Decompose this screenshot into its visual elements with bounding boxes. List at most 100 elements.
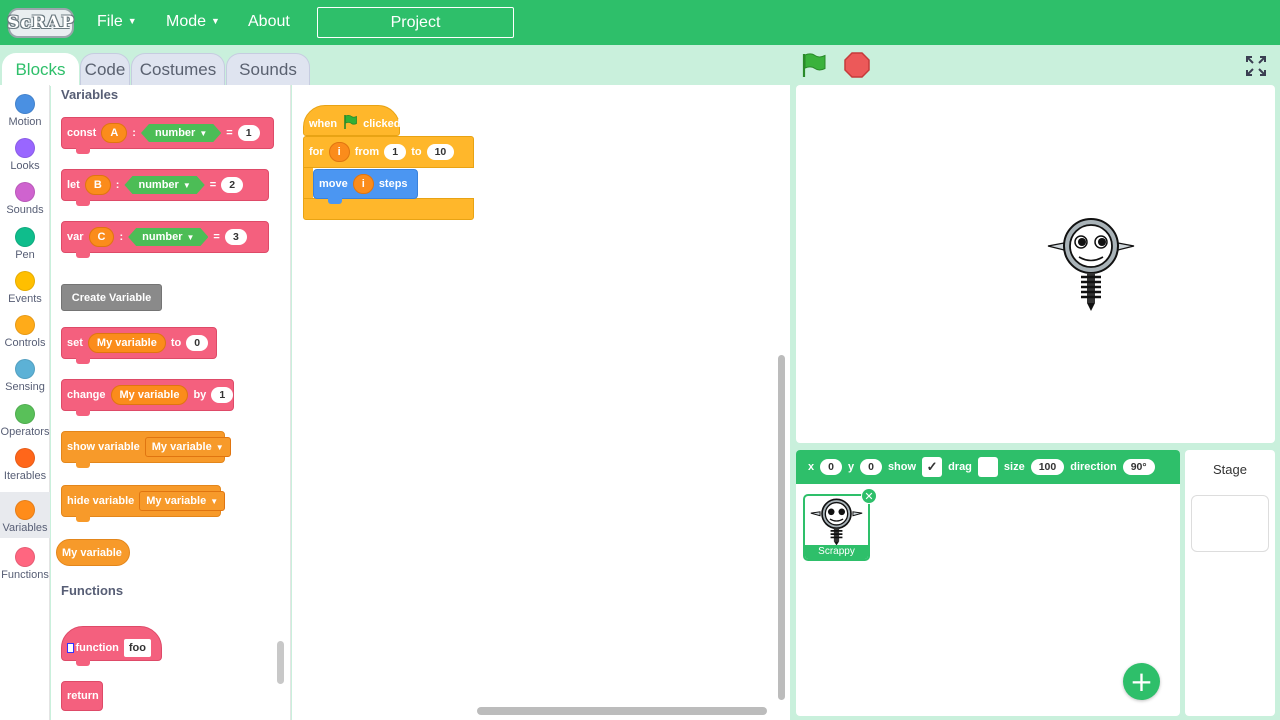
variable-reporter[interactable]: My variable [87, 333, 166, 353]
variable-name[interactable]: B [84, 175, 111, 195]
section-title-variables: Variables [61, 87, 119, 102]
set-variable-block[interactable]: set My variable to 0 [61, 327, 217, 364]
var-block[interactable]: var C : number ▼ = 3 [61, 221, 269, 258]
when-flag-clicked-block[interactable]: when clicked [303, 105, 400, 136]
variable-dropdown[interactable]: My variable ▼ [139, 491, 226, 511]
circle-icon [15, 404, 35, 424]
loop-start-input[interactable]: 1 [384, 144, 407, 160]
category-controls[interactable]: Controls [0, 310, 50, 354]
size-input[interactable]: 100 [1030, 459, 1065, 475]
sprite-panel: x 0 y 0 show ✓ drag size 100 direction 9… [796, 450, 1180, 716]
return-block[interactable]: return [61, 681, 103, 711]
loop-end-input[interactable]: 10 [426, 144, 455, 160]
create-variable-button[interactable]: Create Variable [61, 284, 162, 311]
variable-name[interactable]: A [101, 123, 128, 143]
chevron-down-icon: ▼ [210, 497, 219, 506]
category-looks[interactable]: Looks [0, 133, 50, 177]
hide-variable-block[interactable]: hide variable My variable ▼ [61, 485, 226, 522]
stage-canvas[interactable] [796, 85, 1275, 443]
circle-icon [15, 448, 35, 468]
category-pen[interactable]: Pen [0, 222, 50, 266]
type-dropdown[interactable]: number ▼ [141, 124, 221, 142]
category-operators[interactable]: Operators [0, 399, 50, 443]
circle-icon [15, 271, 35, 291]
category-functions[interactable]: Functions [0, 542, 50, 586]
about-menu[interactable]: About [248, 13, 290, 31]
direction-input[interactable]: 90° [1122, 459, 1155, 475]
chevron-down-icon: ▼ [186, 233, 195, 242]
file-menu[interactable]: File ▼ [97, 13, 137, 31]
palette-scrollbar[interactable] [277, 641, 284, 684]
type-dropdown[interactable]: number ▼ [124, 176, 204, 194]
chevron-down-icon: ▼ [215, 443, 224, 452]
category-events[interactable]: Events [0, 266, 50, 310]
tab-costumes[interactable]: Costumes [131, 53, 225, 85]
category-sounds[interactable]: Sounds [0, 177, 50, 221]
drag-checkbox[interactable] [977, 457, 998, 477]
value-input[interactable]: 2 [221, 177, 244, 193]
tab-blocks[interactable]: Blocks [2, 53, 79, 86]
loop-variable[interactable]: i [352, 174, 374, 194]
stop-button[interactable] [843, 51, 871, 79]
value-input[interactable]: 3 [224, 229, 247, 245]
circle-icon [15, 94, 35, 114]
circle-icon [15, 500, 35, 520]
project-name-field[interactable]: Project [317, 7, 514, 38]
category-sensing[interactable]: Sensing [0, 354, 50, 398]
scrappy-sprite[interactable] [1044, 215, 1138, 319]
chevron-down-icon: ▼ [211, 16, 220, 26]
type-dropdown[interactable]: number ▼ [128, 228, 208, 246]
checkbox-icon [67, 642, 74, 653]
add-sprite-button[interactable]: + [1123, 663, 1160, 700]
stage-thumbnail[interactable] [1191, 495, 1269, 552]
workspace-vertical-scrollbar[interactable] [778, 355, 785, 700]
move-steps-block[interactable]: move i steps [313, 169, 418, 204]
y-input[interactable]: 0 [860, 459, 882, 475]
variable-reporter[interactable]: My variable [56, 539, 130, 566]
circle-icon [15, 547, 35, 567]
green-flag-button[interactable] [800, 51, 830, 79]
category-variables[interactable]: Variables [0, 492, 50, 538]
value-input[interactable]: 1 [237, 125, 260, 141]
show-variable-block[interactable]: show variable My variable ▼ [61, 431, 231, 468]
loop-variable[interactable]: i [328, 142, 350, 162]
top-bar: ScRAP File ▼ Mode ▼ About Project [0, 0, 1280, 45]
chevron-down-icon: ▼ [127, 16, 137, 26]
circle-icon [15, 315, 35, 335]
tab-sounds[interactable]: Sounds [226, 53, 310, 85]
category-sidebar: Motion Looks Sounds Pen Events Controls … [0, 85, 50, 720]
tab-code[interactable]: Code [80, 53, 130, 85]
block-palette: Variables const A : number ▼ = 1 let B : … [51, 85, 291, 720]
change-variable-block[interactable]: change My variable by 1 [61, 379, 234, 416]
sprite-name: Scrappy [805, 545, 868, 559]
variable-reporter[interactable]: My variable [110, 385, 189, 405]
variable-name[interactable]: C [88, 227, 115, 247]
fullscreen-icon[interactable] [1245, 55, 1267, 77]
value-input[interactable]: 1 [211, 387, 234, 403]
chevron-down-icon: ▼ [199, 129, 208, 138]
circle-icon [15, 227, 35, 247]
sprite-card[interactable]: Scrappy [803, 494, 870, 561]
category-iterables[interactable]: Iterables [0, 443, 50, 487]
const-block[interactable]: const A : number ▼ = 1 [61, 117, 274, 154]
category-motion[interactable]: Motion [0, 89, 50, 133]
for-loop-arm [303, 168, 313, 199]
for-loop-block[interactable]: for i from 1 to 10 [303, 136, 474, 168]
let-block[interactable]: let B : number ▼ = 2 [61, 169, 269, 206]
show-checkbox[interactable]: ✓ [922, 457, 943, 477]
chevron-down-icon: ▼ [182, 181, 191, 190]
variable-dropdown[interactable]: My variable ▼ [144, 437, 231, 457]
green-flag-icon [342, 114, 358, 133]
workspace-horizontal-scrollbar[interactable] [477, 707, 767, 715]
circle-icon [15, 182, 35, 202]
value-input[interactable]: 0 [186, 335, 209, 351]
function-definition-block[interactable]: function foo [61, 626, 162, 666]
plus-icon: + [1129, 665, 1154, 698]
sprite-properties-bar: x 0 y 0 show ✓ drag size 100 direction 9… [796, 450, 1180, 484]
section-title-functions: Functions [61, 583, 124, 598]
mode-menu[interactable]: Mode ▼ [166, 13, 220, 31]
close-icon[interactable]: ✕ [861, 488, 877, 504]
x-input[interactable]: 0 [820, 459, 842, 475]
code-workspace[interactable]: when clicked for i from 1 to 10 move i s… [292, 85, 790, 720]
function-name-input[interactable]: foo [123, 638, 151, 657]
